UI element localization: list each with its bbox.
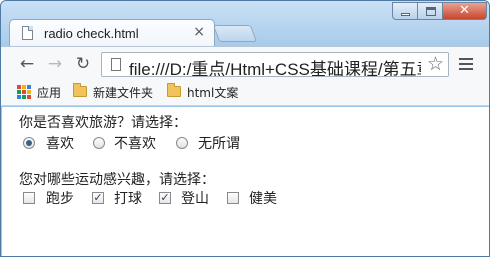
browser-window: radio check.html × ✕ ← → ↻ file:///D:/重点… bbox=[0, 0, 490, 257]
minimize-button[interactable] bbox=[392, 2, 418, 20]
bookmark-html-copy[interactable]: html文案 bbox=[187, 85, 238, 101]
checkbox-running[interactable] bbox=[23, 192, 35, 204]
tab-title: radio check.html bbox=[44, 26, 139, 41]
radio-label-indifferent: 无所谓 bbox=[198, 136, 240, 152]
radio-dislike[interactable] bbox=[93, 137, 105, 149]
checkbox-climbing[interactable] bbox=[159, 190, 171, 206]
checkbox-label-ball: 打球 bbox=[114, 191, 142, 207]
radio-label-like: 喜欢 bbox=[46, 136, 74, 152]
new-tab-button[interactable] bbox=[212, 25, 258, 42]
sports-question: 您对哪些运动感兴趣，请选择： bbox=[19, 172, 215, 188]
checkbox-label-fitness: 健美 bbox=[249, 191, 277, 207]
maximize-button[interactable] bbox=[417, 2, 443, 20]
checkbox-label-climbing: 登山 bbox=[181, 191, 209, 207]
folder-icon bbox=[73, 83, 87, 97]
radio-like[interactable] bbox=[23, 137, 35, 149]
browser-toolbar: ← → ↻ file:///D:/重点/Html+CSS基础课程/第五章 ☆ bbox=[1, 46, 489, 80]
address-bar[interactable]: file:///D:/重点/Html+CSS基础课程/第五章 ☆ bbox=[101, 52, 449, 77]
checkbox-fitness[interactable] bbox=[227, 192, 239, 204]
bookmark-apps[interactable]: 应用 bbox=[37, 85, 61, 101]
travel-question: 你是否喜欢旅游？请选择： bbox=[19, 115, 187, 131]
maximize-icon bbox=[426, 7, 436, 16]
reload-icon[interactable]: ↻ bbox=[73, 54, 93, 74]
page-icon bbox=[111, 58, 121, 71]
bookmark-star-icon[interactable]: ☆ bbox=[427, 53, 444, 76]
close-icon: ✕ bbox=[459, 3, 470, 18]
minimize-icon bbox=[401, 13, 410, 16]
title-bar[interactable]: radio check.html × ✕ bbox=[1, 1, 489, 47]
checkbox-ball[interactable] bbox=[92, 190, 104, 206]
radio-label-dislike: 不喜欢 bbox=[114, 136, 156, 152]
forward-arrow-icon[interactable]: → bbox=[45, 54, 65, 74]
radio-indifferent[interactable] bbox=[176, 137, 188, 149]
document-icon bbox=[22, 26, 33, 40]
tab-close-icon[interactable]: × bbox=[193, 24, 205, 40]
apps-grid-icon[interactable] bbox=[17, 85, 31, 99]
bookmark-new-folder[interactable]: 新建文件夹 bbox=[93, 85, 153, 101]
folder-icon bbox=[167, 83, 181, 97]
menu-icon[interactable] bbox=[459, 58, 473, 70]
bookmarks-bar: 应用 新建文件夹 html文案 bbox=[1, 80, 489, 106]
page-content: 你是否喜欢旅游？请选择： 喜欢 不喜欢 无所谓 您对哪些运动感兴趣，请选择： 跑… bbox=[2, 107, 489, 256]
close-window-button[interactable]: ✕ bbox=[442, 2, 487, 20]
back-arrow-icon[interactable]: ← bbox=[17, 54, 37, 74]
checkbox-label-running: 跑步 bbox=[46, 191, 74, 207]
url-text[interactable]: file:///D:/重点/Html+CSS基础课程/第五章 bbox=[129, 55, 421, 76]
browser-tab[interactable]: radio check.html × bbox=[9, 19, 215, 47]
